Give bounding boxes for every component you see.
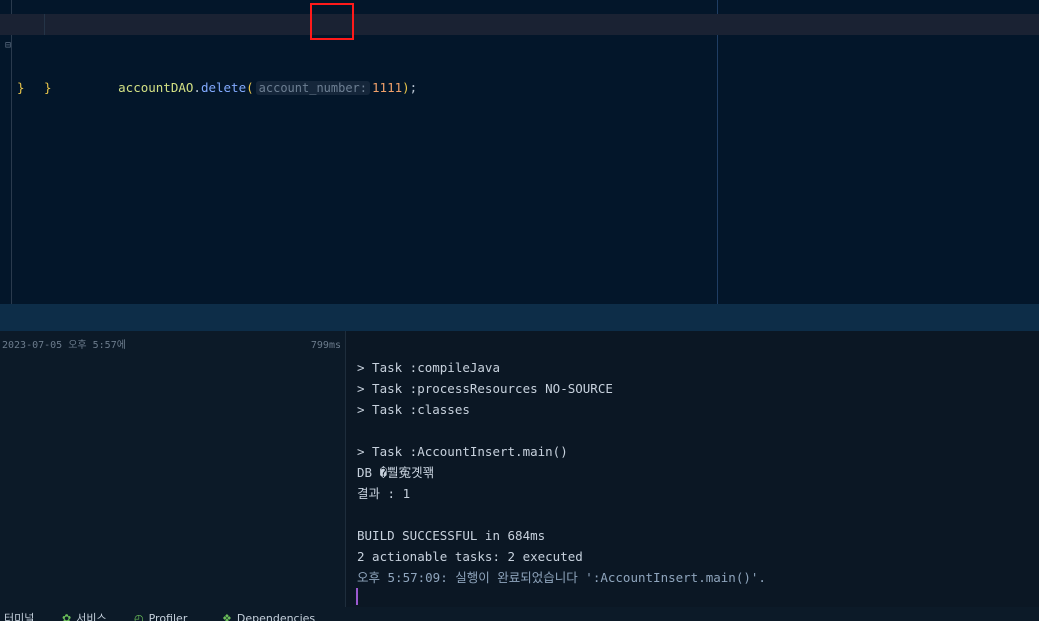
console-line: > Task :classes: [357, 402, 470, 417]
tab-label: 터미널: [4, 612, 35, 621]
fold-icon[interactable]: ⊟: [5, 41, 15, 51]
console-line: 2 actionable tasks: 2 executed: [357, 549, 583, 564]
method-name: delete: [200, 80, 247, 95]
console-line: > Task :AccountInsert.main(): [357, 444, 568, 459]
tab-dependencies[interactable]: ❖ Dependencies: [222, 611, 315, 621]
run-history-panel[interactable]: 2023-07-05 오후 5:57에 799ms: [0, 331, 346, 607]
open-paren: (: [246, 80, 254, 95]
tab-profiler[interactable]: ◴ Profiler: [134, 611, 187, 621]
console-line: DB �뿰寃곗꽦: [357, 465, 435, 480]
code-line-method-close[interactable]: ⊟ }: [0, 35, 1039, 96]
tab-label: 서비스: [76, 612, 107, 621]
tab-services[interactable]: ✿ 서비스: [62, 611, 107, 621]
tool-window-bar: 터미널 ✿ 서비스 ◴ Profiler ❖ Dependencies: [0, 607, 1039, 621]
method-close-brace: }: [44, 80, 52, 95]
highlight-annotation-box: [310, 3, 354, 40]
profiler-icon: ◴: [134, 612, 144, 621]
argument-value: 1111: [372, 80, 403, 95]
run-entry[interactable]: 2023-07-05 오후 5:57에 799ms: [0, 337, 345, 355]
dot-operator: .: [193, 80, 201, 95]
console-output[interactable]: > Task :compileJava > Task :processResou…: [346, 331, 1039, 607]
object-identifier: accountDAO: [118, 80, 194, 95]
indent-guide: [44, 14, 45, 35]
semicolon: ;: [409, 80, 418, 95]
close-paren: ): [402, 80, 410, 95]
run-duration: 799ms: [310, 340, 341, 351]
code-line-delete-call[interactable]: accountDAO.delete(account_number: 1111);: [0, 14, 1039, 95]
run-timestamp: 2023-07-05 오후 5:57에: [2, 340, 126, 351]
console-line: > Task :compileJava: [357, 360, 500, 375]
services-icon: ✿: [62, 612, 72, 621]
tab-label: Dependencies: [236, 612, 316, 621]
panel-divider[interactable]: [0, 304, 1039, 331]
console-line: 오후 5:57:09: 실행이 완료되었습니다 ':AccountInsert.…: [357, 570, 766, 585]
class-close-brace: }: [17, 80, 25, 95]
dependencies-icon: ❖: [222, 612, 232, 621]
tab-label: Profiler: [148, 612, 188, 621]
parameter-hint: account_number:: [255, 81, 371, 95]
console-line: > Task :processResources NO-SOURCE: [357, 381, 613, 396]
code-line-class-close[interactable]: }: [0, 56, 1039, 95]
tab-terminal[interactable]: 터미널: [4, 611, 34, 621]
console-line: 결과 : 1: [357, 486, 411, 501]
text-caret: [356, 588, 358, 605]
console-line: BUILD SUCCESSFUL in 684ms: [357, 528, 546, 543]
code-editor[interactable]: accountDAO.delete(account_number: 1111); …: [0, 0, 1039, 304]
